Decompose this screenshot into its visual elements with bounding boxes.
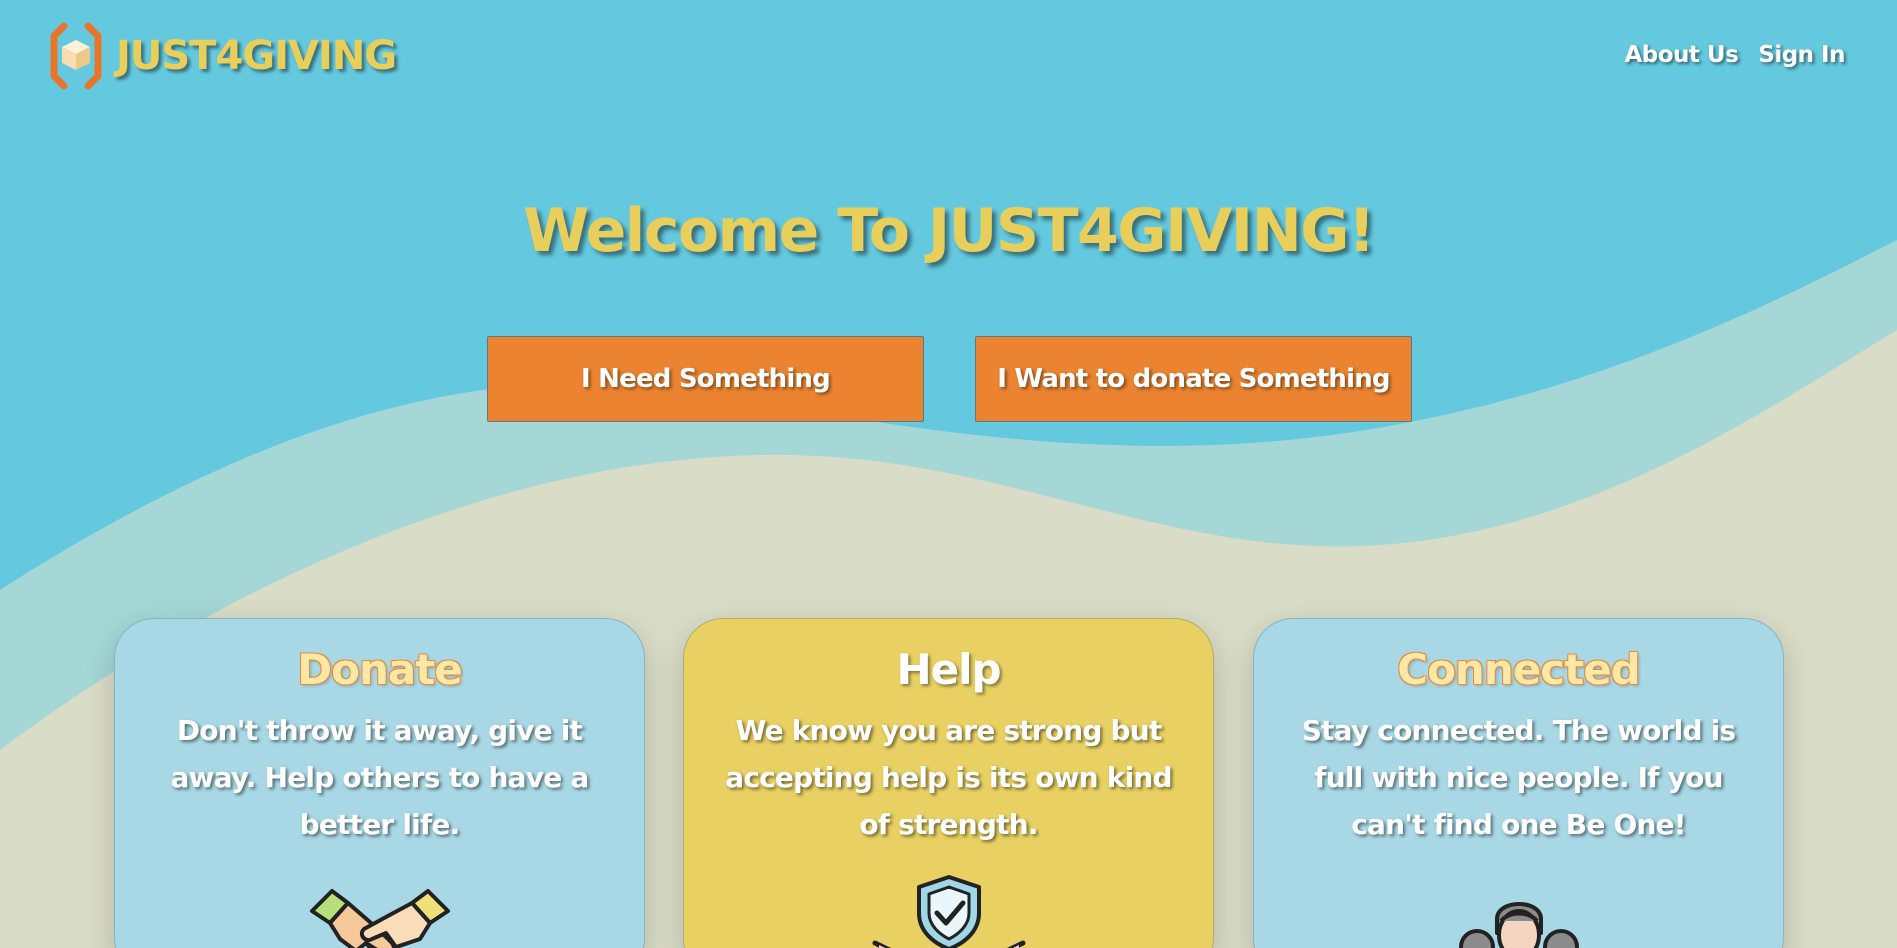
card-title: Connected bbox=[1397, 645, 1641, 694]
card-description: Don't throw it away, give it away. Help … bbox=[170, 714, 590, 842]
need-something-button[interactable]: I Need Something bbox=[487, 336, 924, 422]
connected-card: Connected Stay connected. The world is f… bbox=[1253, 618, 1784, 948]
help-card: Help We know you are strong but acceptin… bbox=[683, 618, 1214, 948]
shield-check-icon bbox=[872, 875, 1025, 948]
hero-title: Welcome To JUST4GIVING! bbox=[523, 196, 1375, 266]
nav-about-us[interactable]: About Us bbox=[1624, 42, 1738, 68]
brand-logo[interactable]: JUST4GIVING bbox=[48, 20, 397, 92]
box-in-hands-icon bbox=[50, 22, 102, 90]
landing-page: JUST4GIVING About Us Sign In Welcome To … bbox=[0, 0, 1897, 948]
card-title: Help bbox=[896, 645, 1001, 694]
card-title: Donate bbox=[297, 645, 463, 694]
brand-name: JUST4GIVING bbox=[116, 33, 397, 79]
handshake-icon bbox=[309, 889, 450, 948]
donate-something-button[interactable]: I Want to donate Something bbox=[975, 336, 1412, 422]
donate-card: Donate Don't throw it away, give it away… bbox=[114, 618, 645, 948]
card-description: Stay connected. The world is full with n… bbox=[1301, 714, 1736, 842]
top-nav: About Us Sign In bbox=[1624, 42, 1845, 68]
nav-sign-in[interactable]: Sign In bbox=[1758, 42, 1845, 68]
card-description: We know you are strong but accepting hel… bbox=[725, 714, 1172, 842]
people-group-icon bbox=[1458, 902, 1579, 948]
